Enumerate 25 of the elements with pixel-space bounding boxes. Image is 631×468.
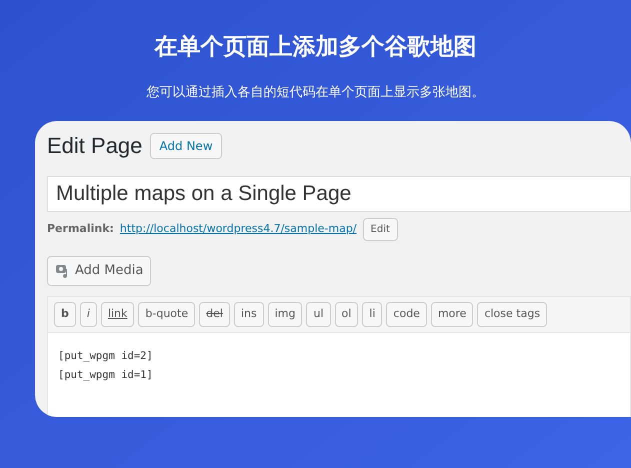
editor-title: Edit Page (47, 132, 142, 160)
page-heading: 在单个页面上添加多个谷歌地图 (154, 33, 476, 62)
shortcode-line: [put_wpgm id=1] (58, 368, 154, 382)
toolbar-button[interactable]: more (430, 302, 474, 326)
toolbar-button[interactable]: code (386, 302, 427, 326)
toolbar-button[interactable]: b-quote (138, 302, 196, 326)
toolbar-button[interactable]: i (80, 302, 97, 326)
toolbar-button[interactable]: ins (234, 302, 264, 326)
shortcode-line: [put_wpgm id=2] (58, 348, 154, 364)
content-editor[interactable]: [put_wpgm id=2] [put_wpgm id=1] (47, 332, 631, 417)
toolbar-button[interactable]: close tags (477, 302, 548, 326)
toolbar-button[interactable]: b (54, 302, 76, 326)
toolbar-button[interactable]: ol (334, 302, 358, 326)
permalink-edit-button[interactable]: Edit (362, 218, 398, 241)
toolbar-button[interactable]: del (199, 302, 230, 326)
post-title-field[interactable]: Multiple maps on a Single Page (47, 176, 631, 212)
page-subheading: 您可以通过插入各自的短代码在单个页面上显示多张地图。 (146, 84, 484, 102)
add-new-button[interactable]: Add New (150, 132, 222, 158)
toolbar-button[interactable]: link (100, 302, 134, 326)
toolbar-button[interactable]: ul (306, 302, 330, 326)
toolbar-button[interactable]: li (362, 302, 382, 326)
permalink-label: Permalink: (47, 221, 114, 238)
add-media-button[interactable]: Add Media (47, 256, 152, 286)
toolbar-button[interactable]: img (268, 302, 302, 326)
permalink-link[interactable]: http://localhost/wordpress4.7/sample-map/ (120, 221, 357, 238)
